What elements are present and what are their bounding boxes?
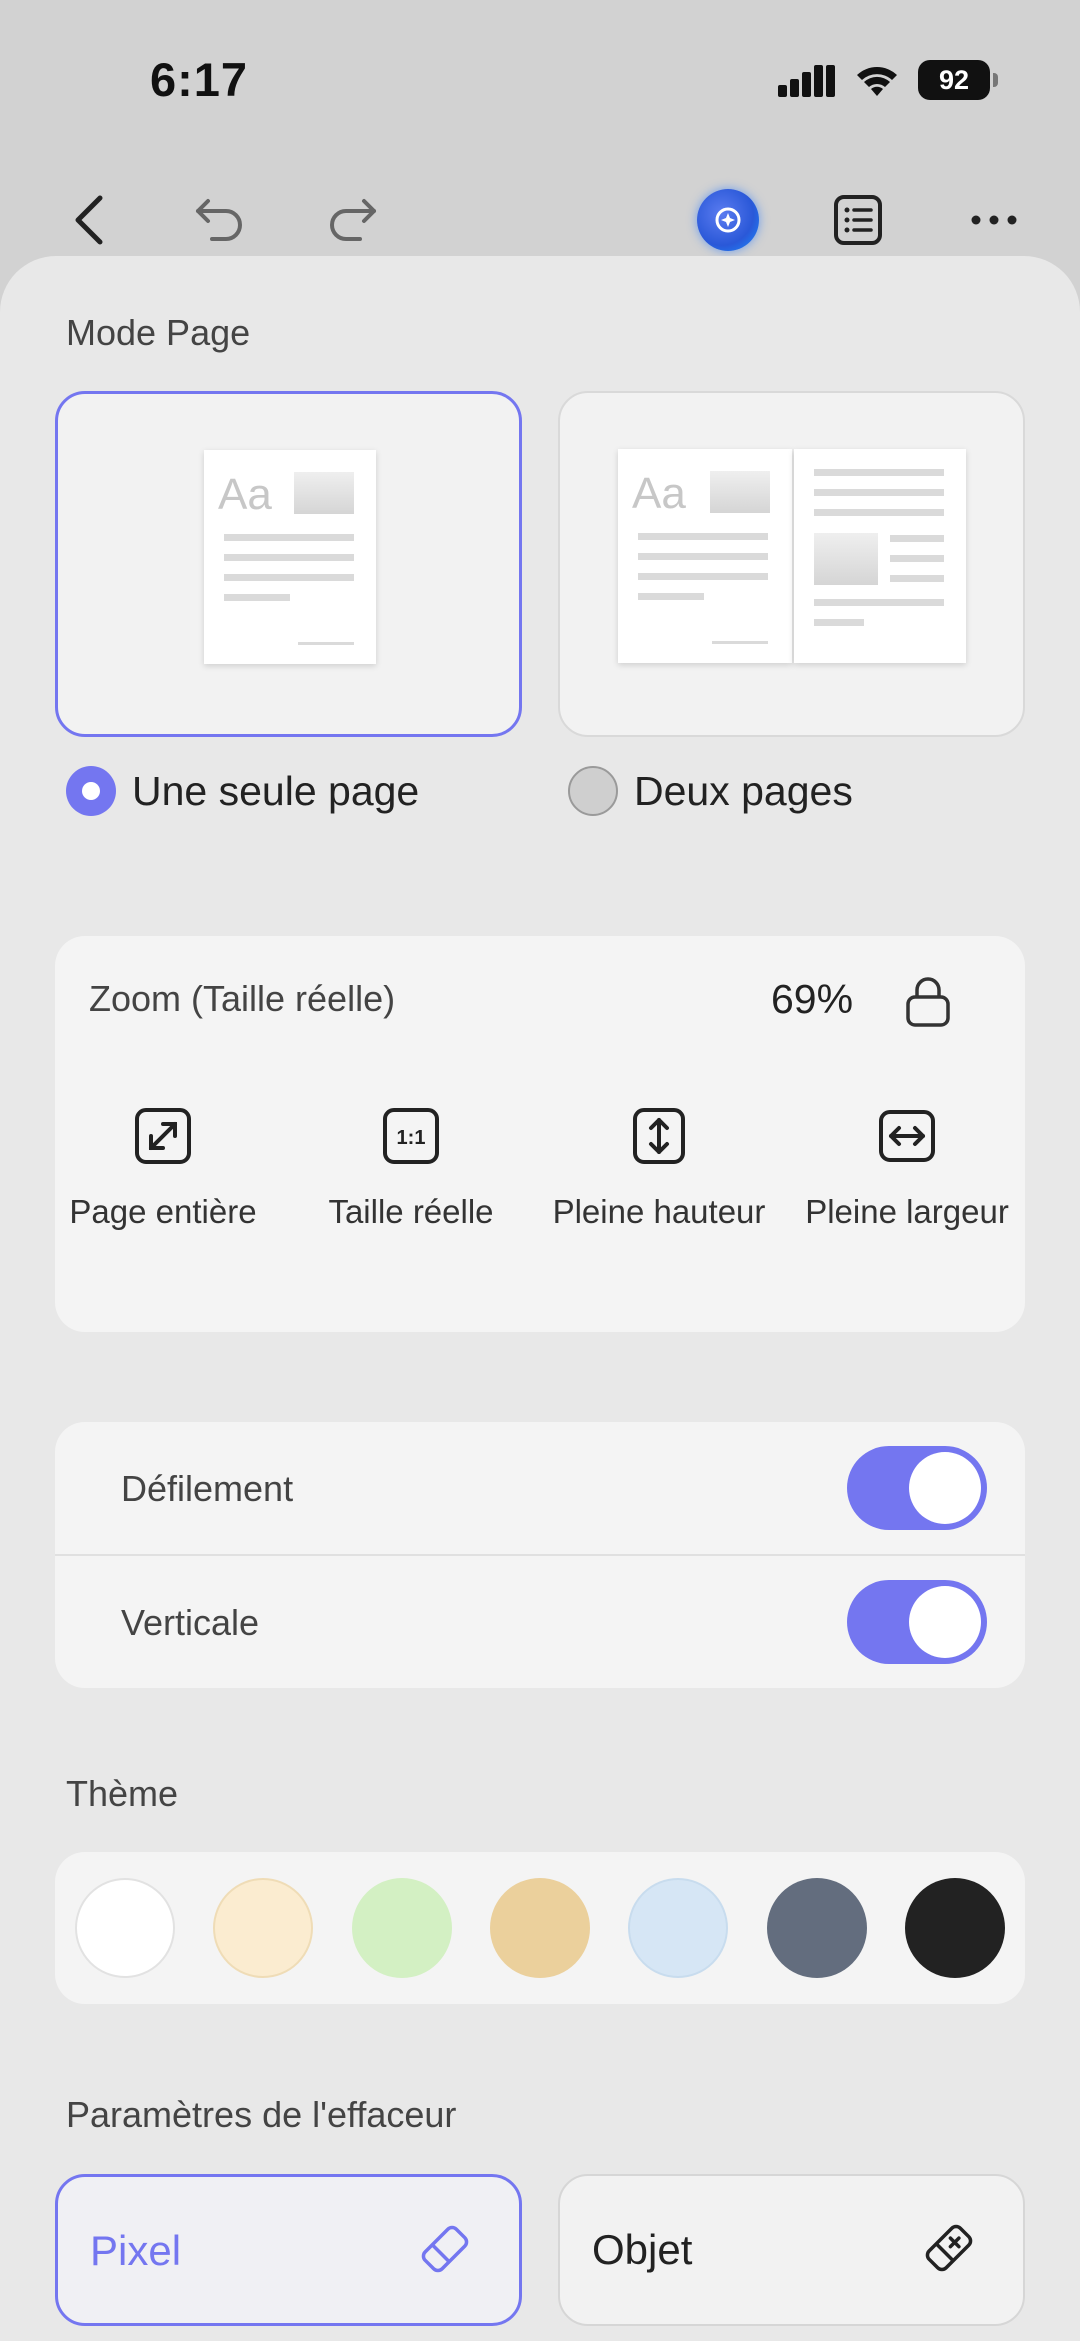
single-page-option[interactable]: Une seule page <box>66 766 419 816</box>
theme-heading: Thème <box>66 1773 179 1814</box>
theme-swatch-light-blue[interactable] <box>628 1878 728 1978</box>
zoom-value[interactable]: 69% <box>771 976 853 1023</box>
theme-swatch-cream[interactable] <box>213 1878 313 1978</box>
status-bar: 6:17 92 <box>0 0 1080 150</box>
two-pages-radio[interactable] <box>568 766 618 816</box>
zoom-option-label: Pleine largeur <box>805 1193 1009 1230</box>
zoom-fit-page-button[interactable]: Page entière <box>48 1106 278 1233</box>
svg-text:1:1: 1:1 <box>397 1127 426 1149</box>
scroll-settings-card: Défilement Verticale <box>55 1422 1025 1688</box>
vertical-label: Verticale <box>121 1602 260 1643</box>
single-page-label: Une seule page <box>132 767 420 814</box>
theme-swatch-tan[interactable] <box>490 1878 590 1978</box>
zoom-title: Zoom (Taille réelle) <box>89 978 396 1019</box>
undo-button[interactable] <box>180 180 260 260</box>
view-settings-sheet: Mode Page Aa Aa Une seule page Deux page… <box>0 256 1080 2341</box>
fit-page-icon <box>135 1108 191 1164</box>
battery-icon: 92 <box>918 60 998 100</box>
actual-size-icon: 1:1 <box>383 1108 439 1164</box>
more-icon <box>971 215 1017 225</box>
object-eraser-label: Objet <box>592 2226 693 2273</box>
theme-card <box>55 1852 1025 2004</box>
eraser-icon <box>421 2225 469 2273</box>
theme-swatch-green[interactable] <box>352 1878 452 1978</box>
image-placeholder <box>710 471 770 513</box>
fit-height-icon <box>633 1108 685 1164</box>
status-time: 6:17 <box>150 53 249 106</box>
status-icons: 92 <box>778 58 998 102</box>
zoom-card: Zoom (Taille réelle) 69% Page entière 1:… <box>55 936 1025 1332</box>
ai-assistant-button[interactable] <box>688 180 768 260</box>
undo-icon <box>196 199 242 241</box>
wifi-icon <box>857 67 897 96</box>
zoom-fit-width-button[interactable]: Pleine largeur <box>792 1106 1022 1233</box>
redo-icon <box>330 199 376 241</box>
vertical-row: Verticale <box>55 1556 1025 1688</box>
two-pages-option[interactable]: Deux pages <box>568 766 853 816</box>
pixel-eraser-label: Pixel <box>90 2227 182 2274</box>
vertical-toggle[interactable] <box>847 1580 987 1664</box>
zoom-fit-height-button[interactable]: Pleine hauteur <box>544 1106 774 1233</box>
zoom-option-label: Taille réelle <box>328 1193 494 1230</box>
back-button[interactable] <box>50 180 130 260</box>
scrolling-label: Défilement <box>121 1468 294 1509</box>
object-eraser-option[interactable]: Objet <box>558 2174 1025 2326</box>
zoom-option-label: Page entière <box>69 1193 257 1230</box>
pixel-eraser-option[interactable]: Pixel <box>55 2174 522 2326</box>
image-placeholder <box>294 472 354 514</box>
cellular-signal-icon <box>778 65 835 97</box>
single-page-thumbnail: Aa <box>204 450 376 664</box>
single-page-radio[interactable] <box>66 766 116 816</box>
chevron-left-icon <box>75 195 103 245</box>
list-icon <box>834 195 882 245</box>
eraser-settings-heading: Paramètres de l'effaceur <box>66 2094 457 2135</box>
scrolling-row: Défilement <box>55 1422 1025 1554</box>
lock-icon[interactable] <box>903 972 953 1028</box>
theme-swatch-white[interactable] <box>75 1878 175 1978</box>
zoom-option-label: Pleine hauteur <box>552 1193 766 1230</box>
theme-swatch-slate[interactable] <box>767 1878 867 1978</box>
redo-button[interactable] <box>312 180 392 260</box>
scrolling-toggle[interactable] <box>847 1446 987 1530</box>
single-page-card[interactable]: Aa <box>55 391 522 737</box>
thumb-text: Aa <box>218 470 272 519</box>
two-pages-label: Deux pages <box>634 767 853 814</box>
ai-assistant-icon <box>697 189 759 251</box>
left-page-thumbnail: Aa <box>618 449 792 663</box>
fit-width-icon <box>879 1110 935 1162</box>
top-toolbar <box>0 180 1080 260</box>
theme-swatch-black[interactable] <box>905 1878 1005 1978</box>
object-eraser-icon <box>925 2224 973 2272</box>
zoom-actual-size-button[interactable]: 1:1 Taille réelle <box>296 1106 526 1233</box>
more-button[interactable] <box>954 180 1034 260</box>
page-mode-heading: Mode Page <box>66 312 251 353</box>
right-page-thumbnail <box>794 449 966 663</box>
outline-button[interactable] <box>818 180 898 260</box>
thumb-text: Aa <box>632 469 686 518</box>
image-placeholder <box>814 533 878 585</box>
two-pages-card[interactable]: Aa <box>558 391 1025 737</box>
